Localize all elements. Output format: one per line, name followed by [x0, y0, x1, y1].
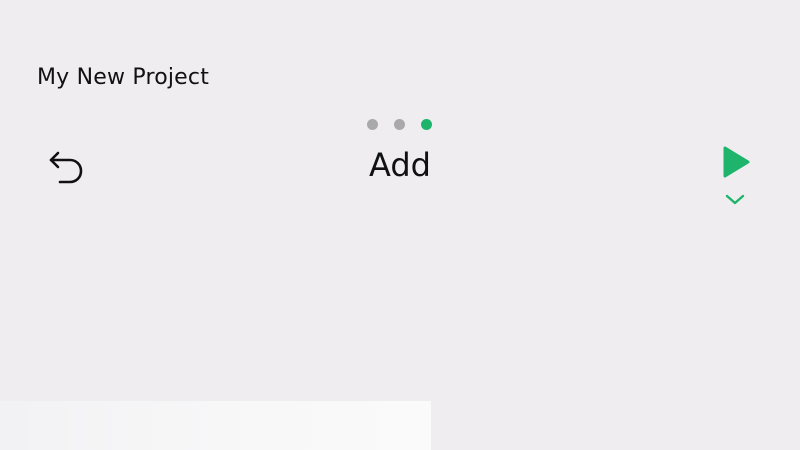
page-dot-1	[367, 119, 378, 130]
undo-arrow-icon	[49, 151, 83, 184]
expand-chevron-button[interactable]	[721, 189, 749, 211]
bottom-panel	[0, 401, 431, 450]
play-button[interactable]	[716, 142, 756, 182]
project-title: My New Project	[37, 65, 210, 90]
page-dot-3-active	[421, 119, 432, 130]
screen-title: Add	[369, 146, 431, 184]
chevron-down-icon	[725, 194, 745, 205]
play-icon	[723, 146, 750, 178]
page-indicator	[367, 119, 432, 130]
page-dot-2	[394, 119, 405, 130]
undo-button[interactable]	[44, 145, 86, 187]
